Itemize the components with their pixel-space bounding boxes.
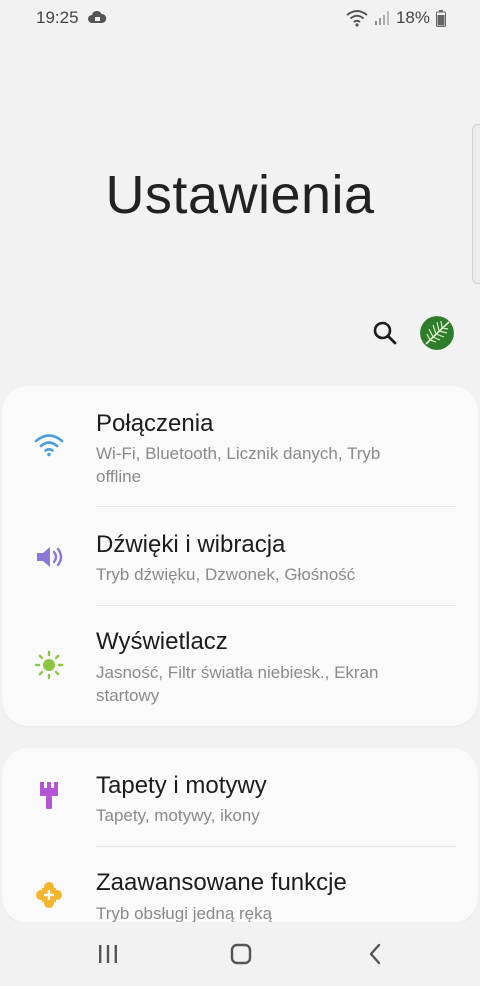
avatar[interactable] xyxy=(420,316,454,350)
battery-percent: 18% xyxy=(395,8,430,27)
status-time: 19:25 xyxy=(36,8,79,27)
settings-item-wallpapers[interactable]: Tapety i motywy Tapety, motywy, ikony xyxy=(2,748,478,846)
status-right: 18% xyxy=(346,8,446,28)
home-icon xyxy=(230,943,252,965)
search-icon xyxy=(373,321,397,345)
cloud-sync-icon xyxy=(87,10,107,26)
item-title: Dźwięki i wibracja xyxy=(96,531,286,558)
paintbrush-icon xyxy=(32,779,66,813)
home-button[interactable] xyxy=(221,936,261,972)
item-subtitle: Jasność, Filtr światła niebiesk., Ekran … xyxy=(96,663,379,705)
settings-item-advanced-features[interactable]: Zaawansowane funkcje Tryb obsługi jedną … xyxy=(2,847,478,923)
navigation-bar xyxy=(0,922,480,986)
wifi-icon xyxy=(346,9,368,27)
settings-item-sounds[interactable]: Dźwięki i wibracja Tryb dźwięku, Dzwonek… xyxy=(2,507,478,605)
recent-apps-button[interactable] xyxy=(88,936,128,972)
item-subtitle: Tryb obsługi jedną ręką xyxy=(96,904,273,923)
recent-apps-icon xyxy=(99,945,117,963)
settings-item-display[interactable]: Wyświetlacz Jasność, Filtr światła niebi… xyxy=(2,606,478,726)
item-subtitle: Tapety, motywy, ikony xyxy=(96,806,260,825)
settings-card-1: Połączenia Wi-Fi, Bluetooth, Licznik dan… xyxy=(2,386,478,726)
puzzle-plus-icon xyxy=(32,878,66,912)
settings-card-2: Tapety i motywy Tapety, motywy, ikony Za… xyxy=(2,748,478,923)
item-title: Połączenia xyxy=(96,410,214,437)
brightness-icon xyxy=(32,648,66,682)
item-title: Zaawansowane funkcje xyxy=(96,869,347,896)
item-subtitle: Wi-Fi, Bluetooth, Licznik danych, Tryb o… xyxy=(96,444,381,486)
signal-icon xyxy=(374,10,390,26)
status-left: 19:25 xyxy=(36,8,107,28)
page-title: Ustawienia xyxy=(105,165,375,225)
item-title: Wyświetlacz xyxy=(96,628,228,655)
back-button[interactable] xyxy=(355,936,395,972)
settings-item-connections[interactable]: Połączenia Wi-Fi, Bluetooth, Licznik dan… xyxy=(2,386,478,506)
search-button[interactable] xyxy=(370,318,400,348)
speaker-icon xyxy=(32,540,66,574)
item-subtitle: Tryb dźwięku, Dzwonek, Głośność xyxy=(96,565,356,584)
battery-icon xyxy=(436,9,446,27)
status-bar: 19:25 18% xyxy=(0,0,480,36)
back-icon xyxy=(369,943,381,965)
wifi-icon xyxy=(32,428,66,462)
item-title: Tapety i motywy xyxy=(96,772,267,799)
